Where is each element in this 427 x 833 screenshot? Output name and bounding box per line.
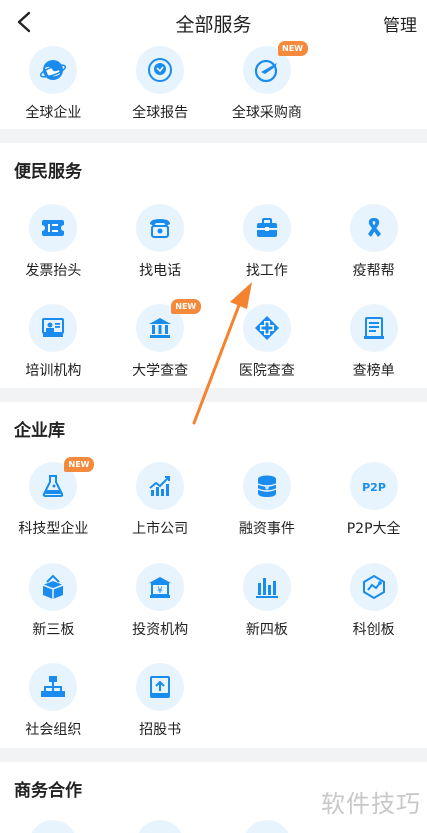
service-label: 投资机构 bbox=[132, 622, 189, 638]
global-services-row: 全球企业 全球报告 NEW 全球采购商 bbox=[0, 41, 427, 122]
service-star-market[interactable]: 科创板 bbox=[320, 563, 427, 639]
section-title-convenience: 便民服务 bbox=[14, 162, 82, 182]
service-label: 融资事件 bbox=[238, 521, 295, 537]
convenience-row-2: 培训机构 NEW 大学查查 医院查查 查榜单 bbox=[0, 299, 427, 380]
list-icon bbox=[349, 304, 398, 352]
training-icon bbox=[29, 304, 78, 352]
service-training[interactable]: 培训机构 bbox=[0, 304, 107, 380]
section-title-business: 商务合作 bbox=[14, 781, 82, 801]
service-label: 社会组织 bbox=[25, 722, 82, 738]
manage-button[interactable]: 管理 bbox=[383, 11, 417, 36]
service-epidemic-help[interactable]: 疫帮帮 bbox=[320, 204, 427, 280]
service-invoice-title[interactable]: 发票抬头 bbox=[0, 204, 107, 280]
org-chart-icon bbox=[29, 663, 78, 711]
top-bar: 全部服务 管理 bbox=[0, 0, 427, 44]
service-label: 新四板 bbox=[245, 622, 288, 638]
service-find-job[interactable]: 找工作 bbox=[214, 204, 321, 280]
cube-icon bbox=[29, 563, 78, 611]
service-label: 上市公司 bbox=[132, 521, 189, 537]
p2p-icon: P2P bbox=[349, 462, 398, 510]
globe-report-icon bbox=[136, 46, 185, 94]
stock-chart-icon bbox=[136, 462, 185, 510]
partial-icon-row bbox=[0, 820, 427, 833]
service-global-buyer[interactable]: NEW 全球采购商 bbox=[214, 41, 321, 122]
service-neeq[interactable]: 新三板 bbox=[0, 563, 107, 639]
enterprise-row-3: 社会组织 招股书 bbox=[0, 663, 427, 739]
service-label: 找工作 bbox=[245, 263, 288, 279]
service-label: 疫帮帮 bbox=[352, 263, 395, 279]
enterprise-row-1: NEW 科技型企业 上市公司 ¥ 融资事件 P2P P2P大全 bbox=[0, 457, 427, 538]
section-divider bbox=[0, 748, 427, 762]
service-label: P2P大全 bbox=[346, 521, 401, 537]
service-new-fourth-board[interactable]: 新四板 bbox=[214, 563, 321, 639]
service-p2p[interactable]: P2P P2P大全 bbox=[320, 462, 427, 538]
service-prospectus[interactable]: 招股书 bbox=[107, 663, 214, 739]
service-label: 招股书 bbox=[139, 722, 182, 738]
service-label: 全球采购商 bbox=[231, 105, 302, 121]
ribbon-icon bbox=[349, 204, 398, 252]
svg-text:¥: ¥ bbox=[264, 484, 269, 493]
service-financing-events[interactable]: ¥ 融资事件 bbox=[214, 462, 321, 538]
service-label: 全球企业 bbox=[25, 105, 82, 121]
invoice-icon bbox=[29, 204, 78, 252]
service-tech-enterprise[interactable]: NEW 科技型企业 bbox=[0, 457, 107, 538]
telephone-icon bbox=[136, 204, 185, 252]
watermark: 软件技巧 bbox=[321, 790, 421, 818]
service-label: 找电话 bbox=[139, 263, 182, 279]
section-divider bbox=[0, 388, 427, 402]
service-investment-institutions[interactable]: ¥ 投资机构 bbox=[107, 563, 214, 639]
new-badge: NEW bbox=[170, 299, 201, 314]
new-badge: NEW bbox=[277, 41, 308, 56]
section-divider bbox=[0, 129, 427, 143]
enterprise-row-2: 新三板 ¥ 投资机构 新四板 科创板 bbox=[0, 563, 427, 639]
service-label: 查榜单 bbox=[352, 363, 395, 379]
service-university[interactable]: NEW 大学查查 bbox=[107, 299, 214, 380]
service-label: 新三板 bbox=[32, 622, 75, 638]
service-label: 科创板 bbox=[352, 622, 395, 638]
prospectus-icon bbox=[136, 663, 185, 711]
briefcase-icon bbox=[242, 204, 291, 252]
service-global-report[interactable]: 全球报告 bbox=[107, 46, 214, 122]
service-label: 科技型企业 bbox=[18, 521, 89, 537]
svg-text:P2P: P2P bbox=[362, 481, 386, 494]
service-label: 全球报告 bbox=[132, 105, 189, 121]
coins-icon: ¥ bbox=[242, 462, 291, 510]
service-label: 医院查查 bbox=[238, 363, 295, 379]
service-listed-company[interactable]: 上市公司 bbox=[107, 462, 214, 538]
service-label: 培训机构 bbox=[25, 363, 82, 379]
service-find-phone[interactable]: 找电话 bbox=[107, 204, 214, 280]
hospital-icon bbox=[242, 304, 291, 352]
page-title: 全部服务 bbox=[175, 14, 252, 36]
convenience-row-1: 发票抬头 找电话 找工作 疫帮帮 bbox=[0, 204, 427, 280]
service-global-enterprise[interactable]: 全球企业 bbox=[0, 46, 107, 122]
service-rankings[interactable]: 查榜单 bbox=[320, 304, 427, 380]
service-label: 发票抬头 bbox=[25, 263, 82, 279]
bank-icon: ¥ bbox=[136, 563, 185, 611]
globe-icon bbox=[29, 46, 78, 94]
new-badge: NEW bbox=[64, 457, 94, 472]
section-title-enterprise: 企业库 bbox=[14, 421, 65, 441]
bar-chart-icon bbox=[242, 563, 291, 611]
innovation-icon bbox=[349, 563, 398, 611]
svg-text:¥: ¥ bbox=[157, 586, 163, 596]
service-hospital[interactable]: 医院查查 bbox=[214, 304, 321, 380]
service-social-organization[interactable]: 社会组织 bbox=[0, 663, 107, 739]
back-arrow-icon[interactable] bbox=[14, 10, 36, 34]
service-label: 大学查查 bbox=[132, 363, 189, 379]
